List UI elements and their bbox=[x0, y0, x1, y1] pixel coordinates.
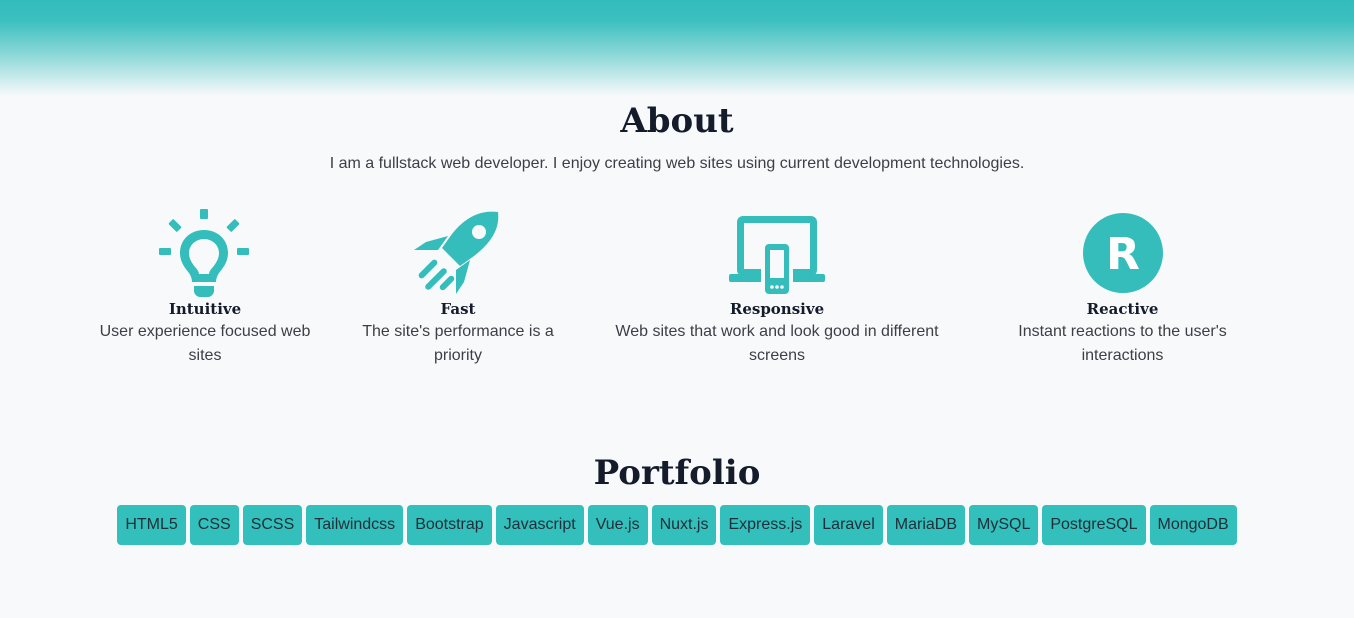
lightbulb-icon bbox=[95, 208, 315, 300]
tag-postgresql: PostgreSQL bbox=[1042, 505, 1146, 545]
feature-name: Responsive bbox=[729, 300, 825, 318]
tag-nuxtjs: Nuxt.js bbox=[651, 505, 717, 545]
tag-tailwindcss: Tailwindcss bbox=[306, 505, 404, 545]
tag-vuejs: Vue.js bbox=[587, 505, 648, 545]
reactive-letter: R bbox=[1106, 229, 1140, 280]
feature-responsive: Responsive Web sites that work and look … bbox=[612, 208, 942, 368]
portfolio-title: Portfolio bbox=[593, 453, 761, 493]
header-gradient bbox=[0, 0, 1354, 96]
feature-description: User experience focused web sites bbox=[99, 323, 311, 364]
tag-css: CSS bbox=[189, 505, 239, 545]
rocket-icon bbox=[358, 208, 558, 300]
feature-name: Fast bbox=[440, 300, 476, 318]
tag-laravel: Laravel bbox=[814, 505, 883, 545]
about-title: About bbox=[620, 101, 734, 141]
tag-html5: HTML5 bbox=[117, 505, 186, 545]
tag-mysql: MySQL bbox=[969, 505, 1039, 545]
tag-scss: SCSS bbox=[242, 505, 303, 545]
tag-javascript: Javascript bbox=[495, 505, 584, 545]
feature-description: Web sites that work and look good in dif… bbox=[615, 323, 939, 364]
feature-intuitive: Intuitive User experience focused web si… bbox=[95, 208, 315, 368]
feature-fast: Fast The site's performance is a priorit… bbox=[358, 208, 558, 368]
reactive-r-icon: R bbox=[1010, 208, 1235, 300]
devices-icon bbox=[612, 208, 942, 300]
feature-description: Instant reactions to the user's interact… bbox=[1018, 323, 1227, 364]
feature-description: The site's performance is a priority bbox=[362, 323, 554, 364]
feature-name: Reactive bbox=[1086, 300, 1159, 318]
portfolio-tags: HTML5 CSS SCSS Tailwindcss Bootstrap Jav… bbox=[0, 505, 1354, 545]
feature-name: Intuitive bbox=[168, 300, 242, 318]
about-description: I am a fullstack web developer. I enjoy … bbox=[329, 155, 1025, 172]
tag-mongodb: MongoDB bbox=[1149, 505, 1237, 545]
tag-bootstrap: Bootstrap bbox=[407, 505, 492, 545]
tag-mariadb: MariaDB bbox=[886, 505, 965, 545]
tag-expressjs: Express.js bbox=[720, 505, 811, 545]
feature-reactive: R Reactive Instant reactions to the user… bbox=[1010, 208, 1235, 368]
